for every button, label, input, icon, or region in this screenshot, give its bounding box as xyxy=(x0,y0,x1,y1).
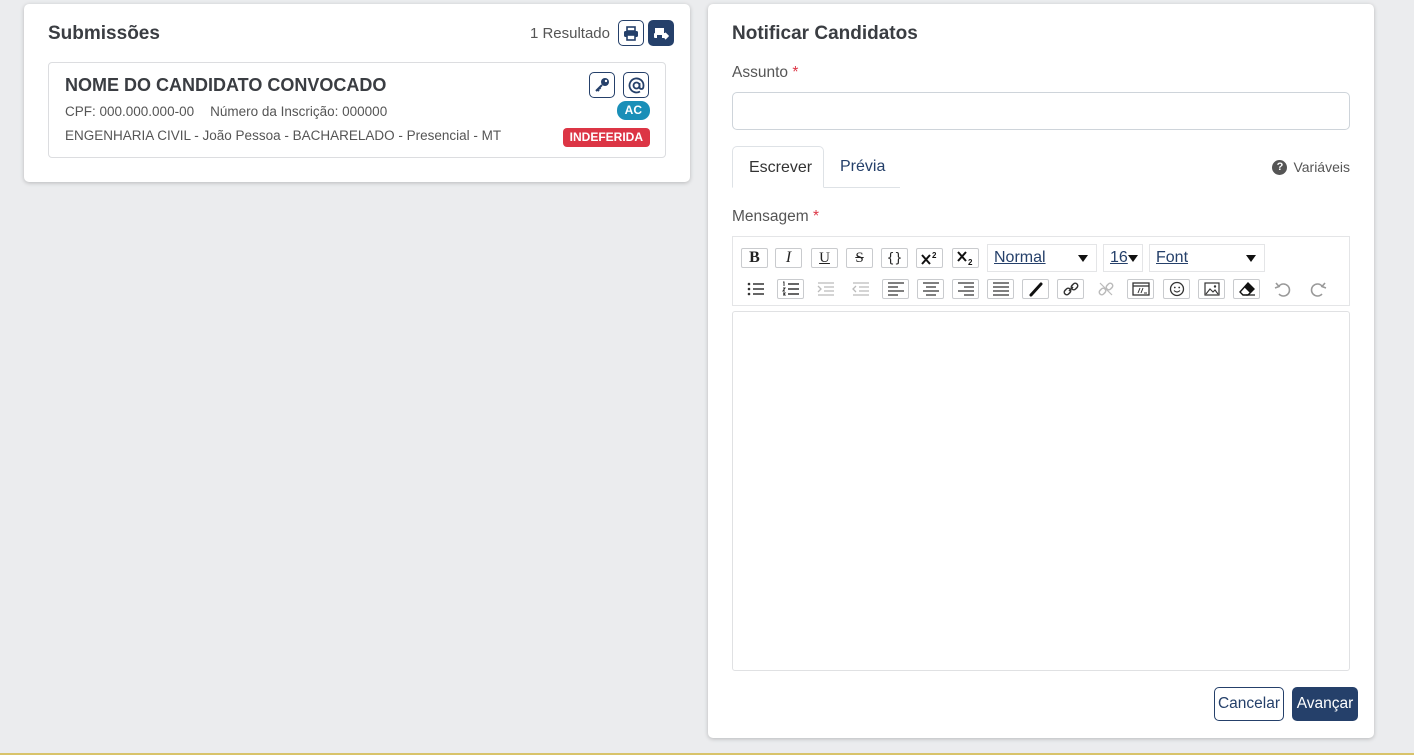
submissions-title: Submissões xyxy=(48,23,160,44)
key-button[interactable] xyxy=(589,72,615,98)
unlink-icon xyxy=(1098,282,1113,296)
key-icon xyxy=(595,78,609,92)
heading-select[interactable]: Normal xyxy=(987,244,1097,272)
size-select[interactable]: 16 xyxy=(1103,244,1143,272)
align-right-icon xyxy=(957,282,974,296)
chevron-down-icon xyxy=(1128,255,1138,262)
size-select-value: 16 xyxy=(1110,249,1128,266)
chevron-down-icon xyxy=(1246,255,1256,262)
subject-label-text: Assunto xyxy=(732,64,789,81)
link-button[interactable] xyxy=(1057,279,1084,299)
candidate-course: ENGENHARIA CIVIL - João Pessoa - BACHARE… xyxy=(65,128,502,143)
undo-icon xyxy=(1274,282,1290,297)
editor-tabs: Escrever Prévia xyxy=(732,146,900,188)
svg-text:2: 2 xyxy=(968,258,973,266)
bold-button[interactable]: B xyxy=(741,248,768,268)
tab-write[interactable]: Escrever xyxy=(732,146,824,188)
status-badge: INDEFERIDA xyxy=(562,128,650,147)
align-justify-button[interactable] xyxy=(987,279,1014,299)
variables-link[interactable]: ? Variáveis xyxy=(1272,159,1350,175)
align-center-icon xyxy=(922,282,939,296)
ordered-list-button[interactable] xyxy=(777,279,804,299)
image-button[interactable] xyxy=(1198,279,1225,299)
code-block-button[interactable] xyxy=(1127,279,1154,299)
subject-input[interactable] xyxy=(732,92,1350,130)
text-color-button[interactable] xyxy=(1022,279,1049,299)
email-button[interactable] xyxy=(623,72,649,98)
message-editor[interactable] xyxy=(732,311,1350,671)
font-select[interactable]: Font xyxy=(1149,244,1265,272)
print-button[interactable] xyxy=(618,20,644,46)
align-left-icon xyxy=(887,282,904,296)
redo-icon xyxy=(1310,282,1326,297)
quota-badge: AC xyxy=(616,101,650,120)
editor-toolbar: B I U S {} 2 2 Normal 16 Font xyxy=(732,236,1350,306)
align-justify-icon xyxy=(992,282,1009,296)
cancel-button[interactable]: Cancelar xyxy=(1214,687,1284,721)
message-label: Mensagem * xyxy=(732,208,819,226)
strikethrough-button[interactable]: S xyxy=(846,248,873,268)
subscript-button[interactable]: 2 xyxy=(952,248,979,268)
variables-label: Variáveis xyxy=(1293,159,1350,175)
subject-label: Assunto * xyxy=(732,64,798,82)
smiley-icon xyxy=(1169,281,1184,297)
clear-format-button[interactable] xyxy=(1233,279,1260,299)
indent-icon xyxy=(817,282,834,296)
italic-button[interactable]: I xyxy=(775,248,802,268)
superscript-button[interactable]: 2 xyxy=(916,248,943,268)
candidate-cpf: CPF: 000.000.000-00 xyxy=(65,104,195,119)
subscript-icon: 2 xyxy=(956,251,973,266)
next-button[interactable]: Avançar xyxy=(1292,687,1358,721)
align-left-button[interactable] xyxy=(882,279,909,299)
at-icon xyxy=(628,77,644,93)
unlink-button[interactable] xyxy=(1092,279,1119,299)
required-mark: * xyxy=(792,64,799,81)
candidate-meta: CPF: 000.000.000-00 Número da Inscrição: … xyxy=(65,104,387,119)
candidate-registration: Número da Inscrição: 000000 xyxy=(210,104,388,119)
required-mark: * xyxy=(813,208,820,225)
emoji-button[interactable] xyxy=(1163,279,1190,299)
ordered-list-icon xyxy=(781,281,799,296)
export-button[interactable] xyxy=(648,20,674,46)
superscript-icon: 2 xyxy=(920,251,937,265)
eraser-icon xyxy=(1238,281,1255,296)
align-right-button[interactable] xyxy=(952,279,979,299)
bullet-list-icon xyxy=(747,282,764,296)
indent-button[interactable] xyxy=(812,279,839,299)
pencil-icon xyxy=(1028,282,1042,297)
submission-item[interactable]: NOME DO CANDIDATO CONVOCADO CPF: 000.000… xyxy=(48,62,666,158)
message-label-text: Mensagem xyxy=(732,208,809,225)
notify-title: Notificar Candidatos xyxy=(732,23,918,44)
question-circle-icon: ? xyxy=(1272,159,1288,175)
printer-icon xyxy=(624,25,638,41)
submissions-card: Submissões 1 Resultado NOME DO CANDIDATO… xyxy=(24,4,690,182)
svg-text:2: 2 xyxy=(932,251,937,260)
undo-button[interactable] xyxy=(1269,279,1296,299)
underline-button[interactable]: U xyxy=(811,248,838,268)
font-select-value: Font xyxy=(1156,249,1189,266)
link-icon xyxy=(1063,282,1078,296)
chevron-down-icon xyxy=(1078,255,1088,262)
redo-button[interactable] xyxy=(1304,279,1331,299)
tab-preview[interactable]: Prévia xyxy=(824,146,901,188)
notify-card: Notificar Candidatos Assunto * Escrever … xyxy=(708,4,1374,738)
image-icon xyxy=(1203,282,1220,296)
outdent-button[interactable] xyxy=(847,279,874,299)
outdent-icon xyxy=(851,282,869,296)
code-block-icon xyxy=(1131,282,1150,296)
heading-select-value: Normal xyxy=(994,249,1046,266)
align-center-button[interactable] xyxy=(917,279,944,299)
export-icon xyxy=(654,27,669,40)
result-count: 1 Resultado xyxy=(529,25,610,42)
code-button[interactable]: {} xyxy=(881,248,908,268)
bullet-list-button[interactable] xyxy=(742,279,769,299)
candidate-name: NOME DO CANDIDATO CONVOCADO xyxy=(65,75,387,95)
